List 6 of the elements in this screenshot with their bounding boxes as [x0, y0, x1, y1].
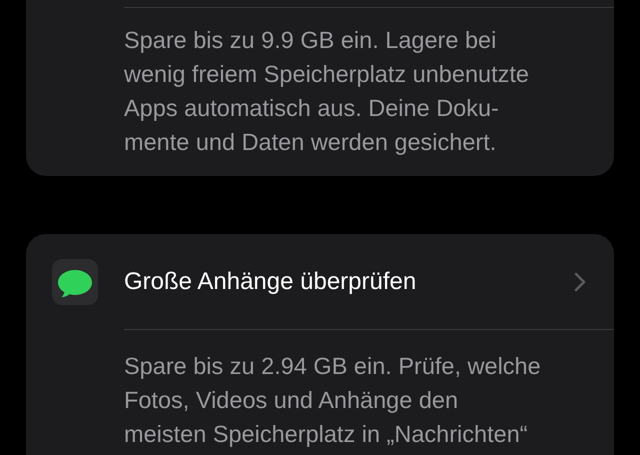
chevron-right-icon	[574, 272, 586, 292]
description-text: Spare bis zu 2.94 GB ein. Prüfe, welche Fotos, Videos und Anhänge den meisten Speicherplatz in „Nachrichten“	[123, 352, 542, 449]
message-bubble-icon	[52, 258, 98, 304]
review-attachments-row[interactable]: Große Anhänge überprüfen	[26, 234, 614, 329]
row-title: Große Anhänge überprüfen	[124, 268, 418, 296]
description-text: Spare bis zu 9.9 GB ein. Lagere bei wenig freiem Speicherplatz unbenutzte Apps automatisch aus. Deine Doku- mente und Daten werden gesichert.	[123, 26, 530, 157]
